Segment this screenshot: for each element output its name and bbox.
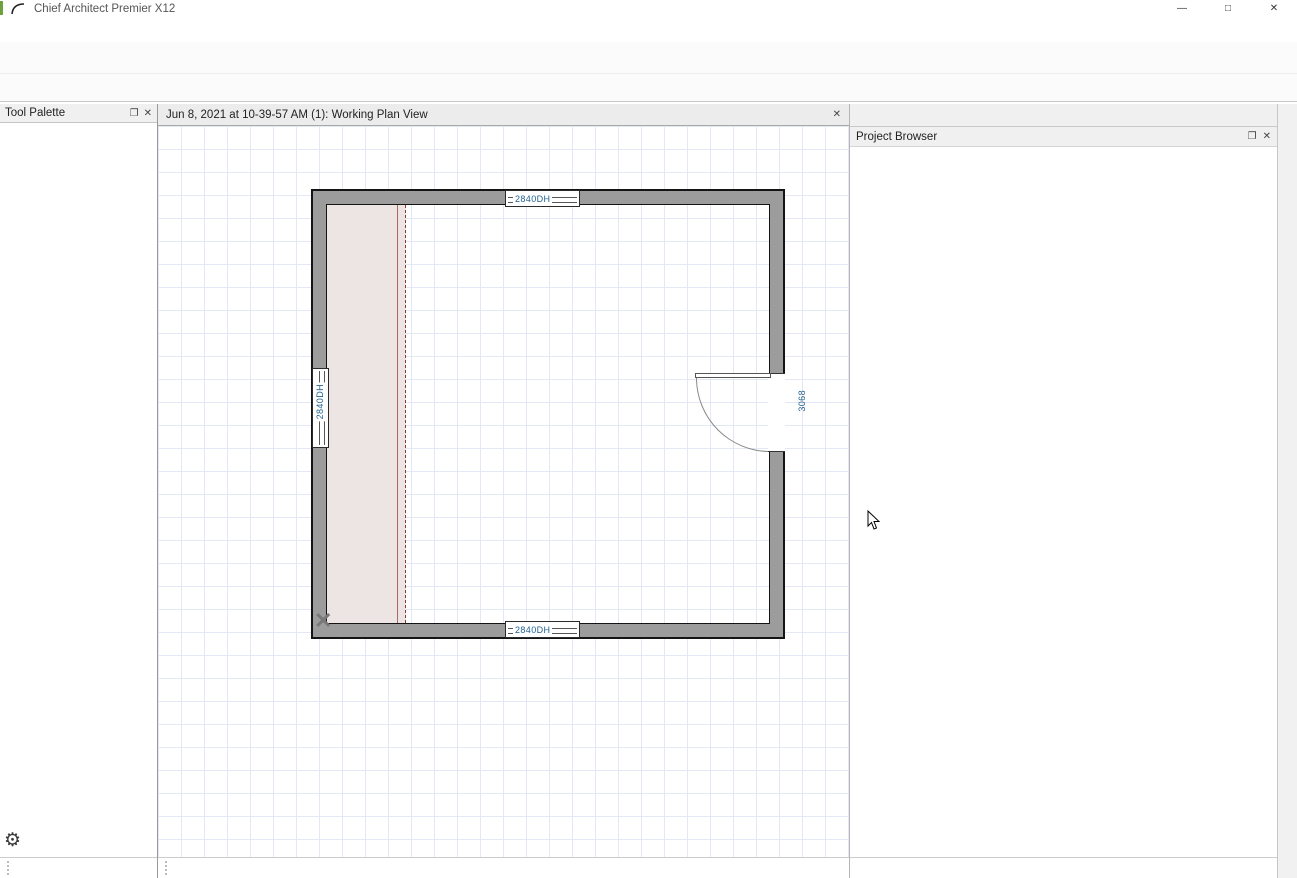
door-label: 3068	[797, 388, 807, 414]
tool-palette-title: Tool Palette	[5, 107, 65, 119]
toolbar-build	[0, 74, 1297, 102]
base-cabinet-run[interactable]	[327, 205, 406, 623]
drawing-canvas[interactable]: 2840DH 2840DH 2840DH 3068 ✕	[158, 126, 849, 857]
minimize-button[interactable]: —	[1159, 0, 1205, 17]
view-title: Jun 8, 2021 at 10-39-57 AM (1): Working …	[166, 109, 428, 121]
close-panel-icon[interactable]: ✕	[144, 108, 152, 119]
plan-view-area: Jun 8, 2021 at 10-39-57 AM (1): Working …	[158, 104, 849, 878]
window-left-label: 2840DH	[315, 382, 325, 421]
gear-icon[interactable]: ⚙	[4, 829, 21, 852]
close-button[interactable]: ✕	[1251, 0, 1297, 17]
maximize-button[interactable]: □	[1205, 0, 1251, 17]
drag-handle[interactable]	[165, 861, 167, 875]
close-panel-icon[interactable]: ✕	[1263, 131, 1271, 142]
window-top-label: 2840DH	[513, 194, 552, 204]
float-panel-icon[interactable]: ❐	[1248, 131, 1257, 142]
door-panel[interactable]	[695, 373, 771, 378]
project-browser-title: Project Browser	[856, 131, 937, 143]
door-opening[interactable]	[768, 373, 785, 452]
app-logo-icon	[10, 2, 26, 15]
window-bottom-label: 2840DH	[513, 625, 552, 635]
side-panel-tabs	[850, 104, 1277, 127]
project-tree	[850, 147, 1277, 857]
window-title: Chief Architect Premier X12	[34, 3, 175, 15]
drag-handle[interactable]	[7, 861, 9, 875]
float-panel-icon[interactable]: ❐	[130, 108, 139, 119]
title-bar: Chief Architect Premier X12 — □ ✕	[0, 0, 1297, 17]
close-view-icon[interactable]: ✕	[833, 109, 841, 120]
project-browser-panel: Project Browser ❐ ✕	[849, 104, 1277, 878]
menu-bar	[0, 17, 1297, 42]
mouse-cursor	[867, 510, 882, 531]
side-toolbar	[1277, 104, 1297, 878]
edge-accent	[0, 1, 3, 15]
selection-x-marker[interactable]: ✕	[314, 608, 332, 634]
application-window: Chief Architect Premier X12 — □ ✕ Tool P…	[0, 0, 1297, 878]
tool-palette-panel: Tool Palette ❐ ✕ ⚙	[0, 104, 158, 878]
toolbar-main	[0, 42, 1297, 74]
